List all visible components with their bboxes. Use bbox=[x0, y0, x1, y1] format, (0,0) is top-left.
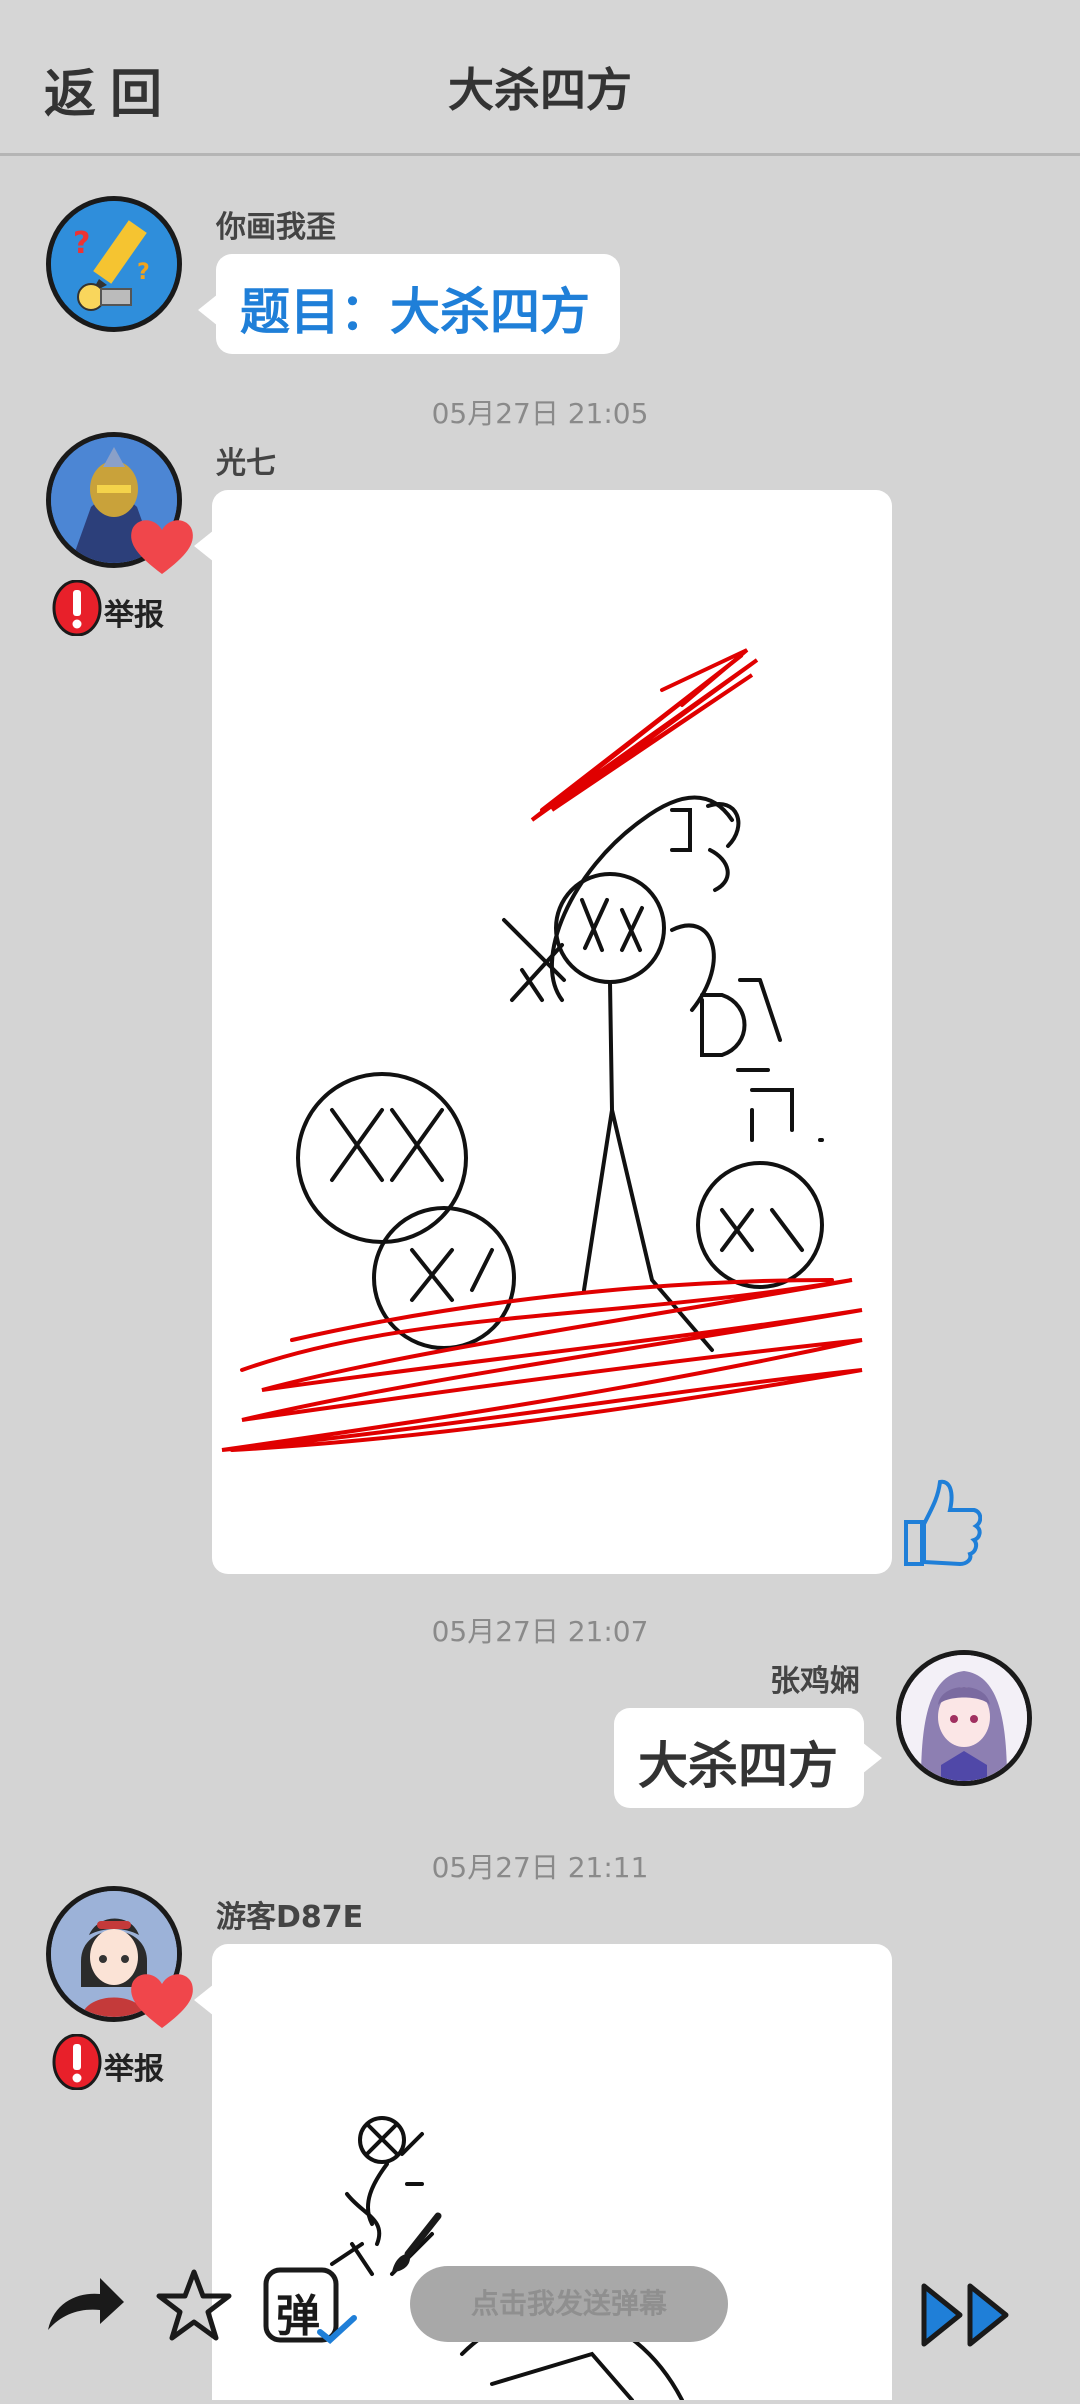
alert-icon bbox=[52, 580, 102, 636]
prompt-text: 题目：大杀四方 bbox=[240, 283, 590, 341]
drawing-image bbox=[221, 648, 863, 1452]
timestamp: 05月27日 21:07 bbox=[431, 1615, 649, 1648]
avatar-image bbox=[901, 1655, 1027, 1781]
report-label: 举报 bbox=[104, 598, 164, 633]
timestamp: 05月27日 21:11 bbox=[431, 1851, 649, 1884]
pencil-icon: ? ? bbox=[51, 201, 177, 327]
top-bar: 返回 大杀四方 bbox=[0, 0, 1080, 156]
report-button[interactable]: 举报 bbox=[52, 2034, 182, 2090]
report-button[interactable]: 举报 bbox=[52, 580, 182, 636]
user-avatar[interactable] bbox=[896, 1650, 1032, 1786]
danmaku-badge-text: 弹 bbox=[276, 2291, 320, 2342]
share-icon[interactable] bbox=[44, 2272, 126, 2334]
alert-icon bbox=[52, 2034, 102, 2090]
sender-name: 你画我歪 bbox=[216, 210, 336, 245]
prompt-bubble: 题目：大杀四方 bbox=[198, 254, 620, 354]
sender-name: 光七 bbox=[216, 446, 276, 481]
sender-name: 张鸡娴 bbox=[770, 1664, 860, 1699]
svg-text:?: ? bbox=[73, 226, 90, 261]
star-icon[interactable] bbox=[156, 2268, 232, 2342]
sender-name: 游客D87E bbox=[216, 1900, 364, 1935]
drawing-card[interactable] bbox=[194, 490, 892, 1574]
danmaku-toggle[interactable]: 弹 bbox=[262, 2266, 360, 2346]
heart-icon[interactable] bbox=[128, 1970, 196, 2030]
thumbs-up-icon[interactable] bbox=[902, 1478, 982, 1566]
reply-text: 大杀四方 bbox=[638, 1737, 838, 1795]
system-avatar[interactable]: ? ? bbox=[46, 196, 182, 332]
heart-icon[interactable] bbox=[128, 516, 196, 576]
page-title: 大杀四方 bbox=[448, 63, 632, 117]
danmaku-input[interactable]: 点击我发送弹幕 bbox=[410, 2266, 728, 2342]
reply-bubble: 大杀四方 bbox=[614, 1708, 882, 1808]
fast-forward-icon[interactable] bbox=[920, 2282, 1014, 2348]
report-label: 举报 bbox=[104, 2052, 164, 2087]
svg-text:?: ? bbox=[137, 260, 150, 285]
timestamp: 05月27日 21:05 bbox=[431, 397, 649, 430]
